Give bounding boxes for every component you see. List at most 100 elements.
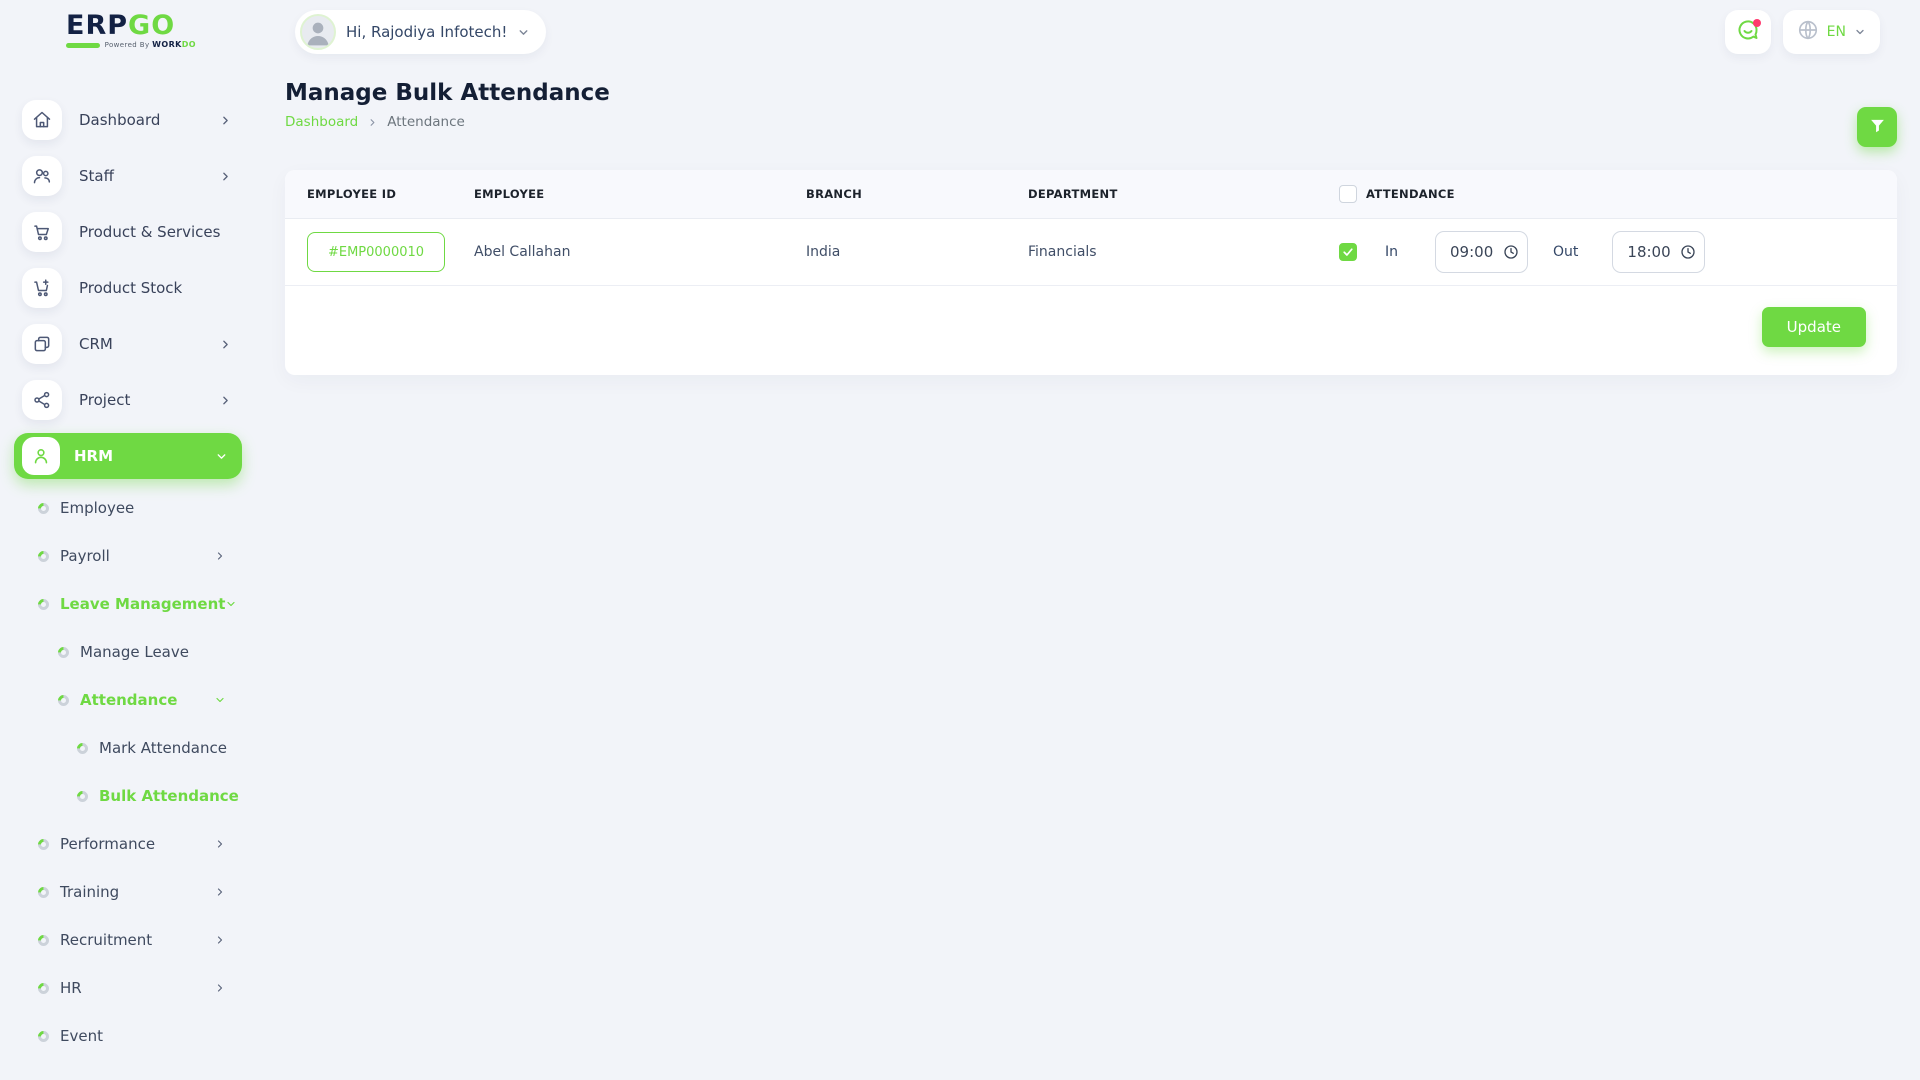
time-out-input[interactable]	[1612, 231, 1705, 273]
sidebar-item-label: Staff	[79, 167, 219, 185]
sidebar-item-label: Bulk Attendance	[99, 787, 239, 805]
sidebar-item-attendance[interactable]: Attendance	[0, 676, 246, 724]
in-label: In	[1385, 244, 1398, 260]
time-in-wrapper	[1435, 231, 1528, 273]
update-button[interactable]: Update	[1762, 307, 1866, 347]
sidebar-item-label: HRM	[74, 447, 215, 465]
bullet-icon	[36, 596, 52, 612]
sidebar-item-label: Product & Services	[79, 223, 236, 241]
sidebar-item-label: Training	[60, 883, 167, 901]
column-header-branch: BRANCH	[806, 187, 1028, 201]
sidebar-item-crm[interactable]: CRM	[0, 316, 246, 372]
sidebar-item-hr[interactable]: HR	[0, 964, 246, 1012]
sidebar-item-performance[interactable]: Performance	[0, 820, 246, 868]
globe-icon	[1797, 19, 1819, 45]
sidebar-item-payroll[interactable]: Payroll	[0, 532, 246, 580]
chevron-down-icon	[215, 450, 228, 463]
table-header-row: EMPLOYEE ID EMPLOYEE BRANCH DEPARTMENT A…	[285, 170, 1897, 219]
sidebar-item-label: Dashboard	[79, 111, 219, 129]
brand-tagline: Powered By WORKDO	[105, 40, 196, 49]
bullet-icon	[36, 500, 52, 516]
sidebar-item-mark-attendance[interactable]: Mark Attendance	[0, 724, 246, 772]
sidebar: Dashboard Staff Product & Services Produ…	[0, 92, 246, 1060]
chevron-right-icon	[219, 338, 232, 351]
language-selector[interactable]: EN	[1783, 10, 1880, 54]
column-header-department: DEPARTMENT	[1028, 187, 1339, 201]
attendance-checkbox[interactable]	[1339, 243, 1357, 261]
funnel-icon	[1869, 117, 1886, 137]
messenger-button[interactable]	[1725, 10, 1771, 54]
header-actions: EN	[1725, 10, 1880, 54]
cart-plus-icon	[22, 268, 62, 308]
brand-logo[interactable]: ERPGO Powered By WORKDO	[66, 12, 196, 48]
employee-id-cell: #EMP0000010	[307, 232, 474, 272]
out-label: Out	[1553, 244, 1578, 260]
brand-go: GO	[128, 10, 175, 41]
sidebar-item-label: CRM	[79, 335, 219, 353]
bullet-icon	[36, 548, 52, 564]
sidebar-item-label: Product Stock	[79, 279, 236, 297]
bullet-icon	[75, 740, 91, 756]
breadcrumb: Dashboard Attendance	[285, 114, 1897, 130]
attendance-card: EMPLOYEE ID EMPLOYEE BRANCH DEPARTMENT A…	[285, 170, 1897, 375]
chevron-down-icon	[1854, 26, 1866, 38]
sidebar-item-project[interactable]: Project	[0, 372, 246, 428]
sidebar-item-label: Performance	[60, 835, 185, 853]
sidebar-item-label: HR	[60, 979, 148, 997]
column-header-employee-id: EMPLOYEE ID	[307, 187, 474, 201]
chevron-right-icon	[219, 394, 232, 407]
sidebar-item-label: Employee	[60, 499, 182, 517]
chevron-down-icon	[214, 694, 226, 706]
sidebar-item-recruitment[interactable]: Recruitment	[0, 916, 246, 964]
sidebar-item-leave-management[interactable]: Leave Management	[0, 580, 246, 628]
bullet-icon	[75, 788, 91, 804]
staff-icon	[22, 156, 62, 196]
workdo-do: DO	[182, 40, 196, 49]
chevron-down-icon	[225, 598, 237, 610]
sidebar-item-bulk-attendance[interactable]: Bulk Attendance	[0, 772, 246, 820]
sidebar-item-manage-leave[interactable]: Manage Leave	[0, 628, 246, 676]
chevron-right-icon	[219, 114, 232, 127]
sidebar-item-event[interactable]: Event	[0, 1012, 246, 1060]
person-icon	[22, 437, 60, 475]
time-out-wrapper	[1612, 231, 1705, 273]
branch-cell: India	[806, 244, 1028, 260]
page-title: Manage Bulk Attendance	[285, 80, 1897, 106]
select-all-checkbox[interactable]	[1339, 185, 1357, 203]
bullet-icon	[36, 980, 52, 996]
avatar	[300, 14, 336, 50]
sidebar-item-dashboard[interactable]: Dashboard	[0, 92, 246, 148]
breadcrumb-current: Attendance	[387, 114, 465, 130]
language-label: EN	[1827, 24, 1846, 40]
sidebar-item-label: Manage Leave	[80, 643, 210, 661]
top-bar: ERPGO Powered By WORKDO Hi, Rajodiya Inf…	[0, 0, 1920, 62]
time-in-input[interactable]	[1435, 231, 1528, 273]
main-content: Manage Bulk Attendance Dashboard Attenda…	[285, 80, 1897, 130]
sidebar-item-label: Leave Management	[60, 595, 225, 613]
table-row: #EMP0000010 Abel Callahan India Financia…	[285, 219, 1897, 286]
breadcrumb-dashboard-link[interactable]: Dashboard	[285, 114, 358, 130]
sidebar-item-label: Project	[79, 391, 219, 409]
bullet-icon	[36, 836, 52, 852]
sidebar-item-label: Payroll	[60, 547, 162, 565]
sidebar-item-label: Recruitment	[60, 931, 183, 949]
sidebar-item-training[interactable]: Training	[0, 868, 246, 916]
sidebar-item-employee[interactable]: Employee	[0, 484, 246, 532]
employee-id-badge[interactable]: #EMP0000010	[307, 232, 445, 272]
sidebar-item-product-services[interactable]: Product & Services	[0, 204, 246, 260]
crm-icon	[22, 324, 62, 364]
breadcrumb-separator-icon	[367, 117, 378, 128]
bullet-icon	[56, 692, 72, 708]
sidebar-item-staff[interactable]: Staff	[0, 148, 246, 204]
user-greeting: Hi, Rajodiya Infotech!	[346, 23, 507, 41]
workdo-work: WORK	[152, 40, 182, 49]
sidebar-item-product-stock[interactable]: Product Stock	[0, 260, 246, 316]
sidebar-item-hrm[interactable]: HRM	[14, 433, 242, 479]
attendance-cell: In Out	[1339, 231, 1897, 273]
brand-erp: ERP	[66, 10, 128, 41]
sidebar-item-label: Event	[60, 1027, 167, 1045]
chevron-right-icon	[214, 838, 226, 850]
chevron-right-icon	[214, 982, 226, 994]
filter-button[interactable]	[1857, 107, 1897, 147]
user-menu[interactable]: Hi, Rajodiya Infotech!	[295, 10, 546, 54]
